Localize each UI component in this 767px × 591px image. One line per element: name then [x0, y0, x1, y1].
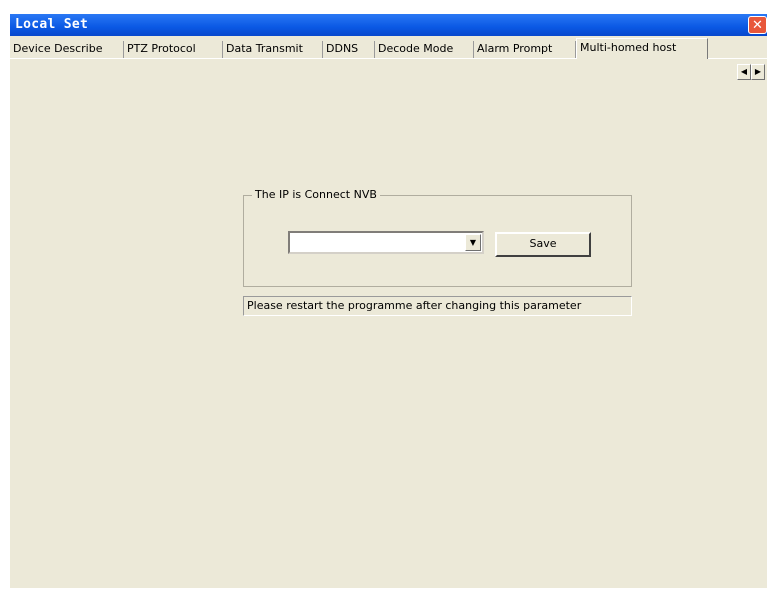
- tab-multi-homed-host[interactable]: Multi-homed host: [576, 38, 708, 59]
- local-set-window: Local Set ✕ Device Describe PTZ Protocol…: [10, 14, 767, 588]
- tab-ddns[interactable]: DDNS: [323, 41, 375, 58]
- save-button[interactable]: Save: [495, 232, 591, 257]
- tab-decode-mode[interactable]: Decode Mode: [375, 41, 474, 58]
- tab-data-transmit[interactable]: Data Transmit: [223, 41, 323, 58]
- tab-alarm-prompt[interactable]: Alarm Prompt: [474, 41, 576, 58]
- tab-strip: Device Describe PTZ Protocol Data Transm…: [10, 38, 767, 80]
- chevron-down-icon[interactable]: ▼: [465, 234, 481, 251]
- tab-device-describe[interactable]: Device Describe: [10, 41, 124, 58]
- close-button[interactable]: ✕: [748, 16, 767, 34]
- scroll-right-icon[interactable]: ▶: [751, 64, 765, 80]
- status-message: Please restart the programme after chang…: [243, 296, 632, 316]
- ip-select-value: [290, 238, 293, 251]
- title-bar: Local Set ✕: [10, 14, 767, 36]
- tab-scroll-arrows: ◀ ▶: [737, 64, 765, 80]
- window-title: Local Set: [15, 17, 89, 32]
- ip-connect-group: The IP is Connect NVB ▼ Save: [243, 188, 632, 287]
- tab-ptz-protocol[interactable]: PTZ Protocol: [124, 41, 223, 58]
- ip-select[interactable]: ▼: [288, 231, 484, 254]
- group-label: The IP is Connect NVB: [252, 188, 380, 201]
- scroll-left-icon[interactable]: ◀: [737, 64, 751, 80]
